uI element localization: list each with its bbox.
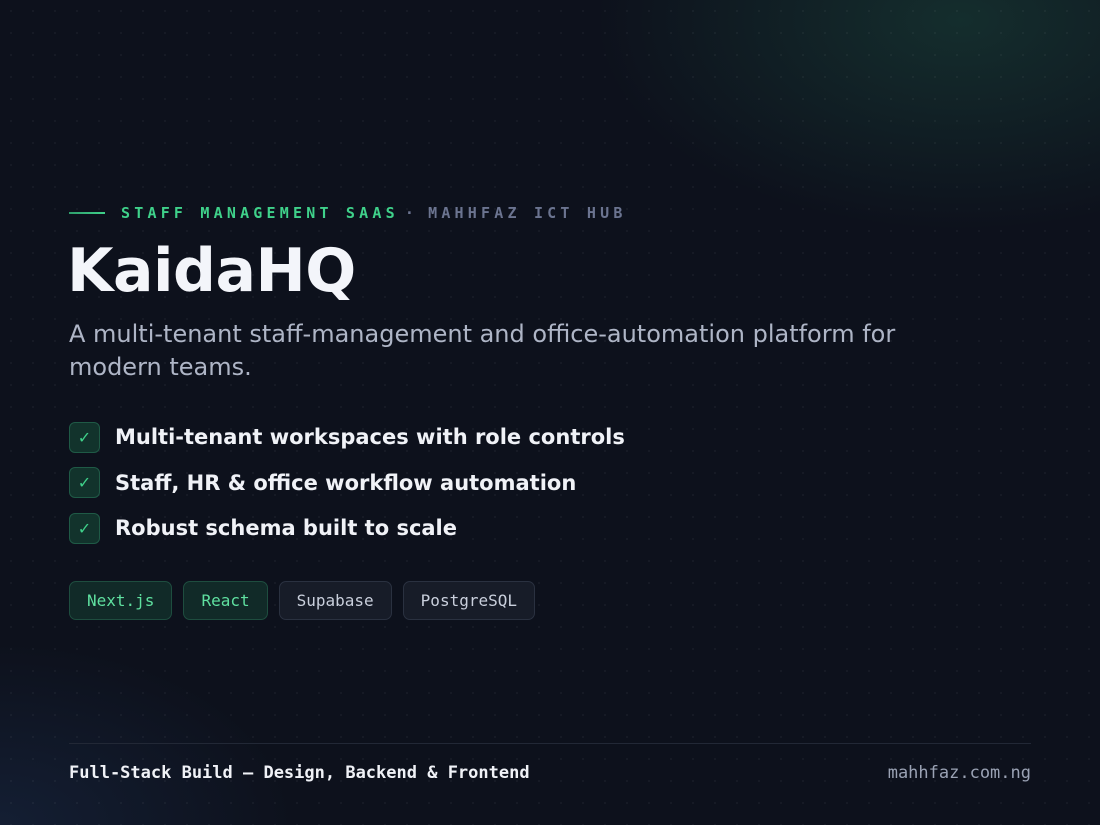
feature-label: Staff, HR & office workflow automation (115, 470, 577, 495)
footer-divider (69, 743, 1031, 744)
check-icon: ✓ (69, 421, 100, 453)
feature-item: ✓ Staff, HR & office workflow automation (69, 467, 625, 499)
feature-label: Robust schema built to scale (115, 516, 457, 540)
feature-list: ✓ Multi-tenant workspaces with role cont… (69, 421, 625, 558)
check-icon: ✓ (69, 467, 100, 498)
feature-label: Multi-tenant workspaces with role contro… (115, 425, 625, 449)
eyebrow-organization: MAHHFAZ ICT HUB (428, 204, 627, 222)
eyebrow-category: STAFF MANAGEMENT SAAS (121, 204, 399, 222)
eyebrow-accent-line (69, 212, 105, 214)
tech-stack-tags: Next.js React Supabase PostgreSQL (69, 581, 546, 620)
check-icon: ✓ (69, 512, 100, 544)
feature-item: ✓ Robust schema built to scale (69, 512, 625, 544)
tag-postgresql: PostgreSQL (402, 581, 535, 620)
card-content: STAFF MANAGEMENT SAAS · MAHHFAZ ICT HUB … (67, 0, 1031, 825)
tag-nextjs: Next.js (69, 581, 173, 620)
tag-react: React (183, 581, 268, 620)
feature-item: ✓ Multi-tenant workspaces with role cont… (69, 421, 625, 453)
page-title: KaidaHQ (67, 236, 356, 306)
footer-website: mahhfaz.com.ng (887, 763, 1031, 783)
page-subtitle: A multi-tenant staff-management and offi… (69, 320, 896, 381)
eyebrow: STAFF MANAGEMENT SAAS · MAHHFAZ ICT HUB (69, 204, 627, 222)
eyebrow-separator: · (404, 204, 419, 222)
tag-supabase: Supabase (278, 581, 392, 620)
footer-build-caption: Full-Stack Build — Design, Backend & Fro… (69, 763, 530, 783)
